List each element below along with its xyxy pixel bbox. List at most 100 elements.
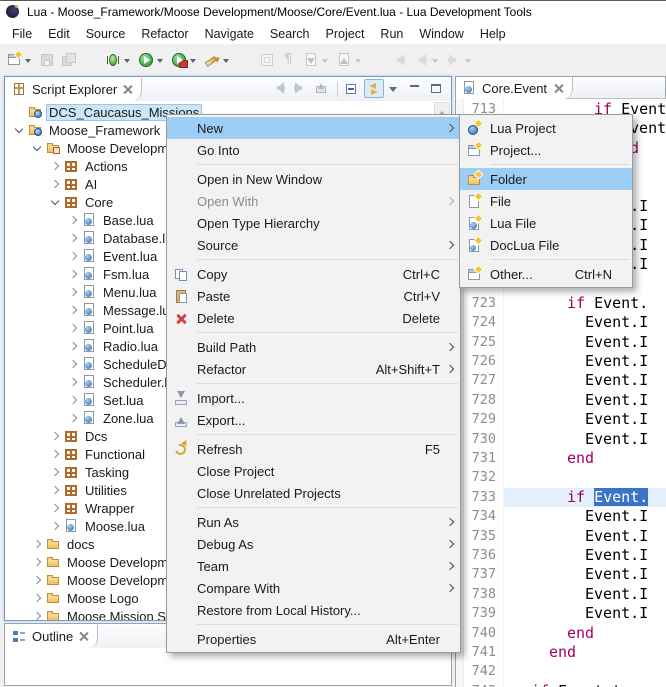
debug-button[interactable] <box>103 48 134 72</box>
context-menu-item-team[interactable]: Team <box>167 555 460 577</box>
vback-button[interactable] <box>271 79 291 98</box>
context-menu-item-refresh[interactable]: RefreshF5 <box>167 438 460 460</box>
context-menu-item-import[interactable]: Import... <box>167 387 460 409</box>
new-submenu-item-doclua-file[interactable]: DocLua File <box>460 234 632 256</box>
run-coverage-button[interactable] <box>169 48 200 72</box>
context-menu-item-delete[interactable]: DeleteDelete <box>167 307 460 329</box>
chevron-right-icon[interactable] <box>47 481 63 499</box>
chevron-right-icon[interactable] <box>65 373 81 391</box>
menubar-item-search[interactable]: Search <box>262 25 318 43</box>
chevron-right-icon[interactable] <box>29 589 45 607</box>
chevron-right-icon[interactable] <box>47 499 63 517</box>
chevron-right-icon[interactable] <box>47 445 63 463</box>
project-wizard-icon <box>466 142 490 158</box>
max-button[interactable] <box>427 79 447 98</box>
chevron-right-icon[interactable] <box>29 607 45 620</box>
show-whitespace-icon <box>281 52 297 68</box>
close-icon[interactable] <box>123 84 133 94</box>
context-menu-item-properties[interactable]: PropertiesAlt+Enter <box>167 628 460 650</box>
submenu-arrow-spacer <box>616 122 628 134</box>
menubar-item-refactor[interactable]: Refactor <box>133 25 196 43</box>
new-submenu-item-lua-project[interactable]: Lua Project <box>460 117 632 139</box>
context-menu-item-copy[interactable]: CopyCtrl+C <box>167 263 460 285</box>
collapse-all-button[interactable] <box>343 79 363 98</box>
menubar-item-help[interactable]: Help <box>472 25 514 43</box>
vfwd-button[interactable] <box>292 79 312 98</box>
context-menu-item-open-type-hierarchy[interactable]: Open Type Hierarchy <box>167 212 460 234</box>
new-submenu-item-other[interactable]: Other...Ctrl+N <box>460 263 632 285</box>
chevron-right-icon[interactable] <box>47 427 63 445</box>
new-submenu-item-project[interactable]: Project... <box>460 139 632 161</box>
external-tools-button[interactable] <box>202 48 233 72</box>
menu-icon-spacer <box>173 514 197 530</box>
max-icon <box>427 80 443 96</box>
chevron-right-icon[interactable] <box>65 211 81 229</box>
link-editor-button[interactable] <box>364 79 384 98</box>
chevron-right-icon[interactable] <box>65 283 81 301</box>
context-menu-item-close-project[interactable]: Close Project <box>167 460 460 482</box>
context-menu-item-open-in-new-window[interactable]: Open in New Window <box>167 168 460 190</box>
context-menu-item-refactor[interactable]: RefactorAlt+Shift+T <box>167 358 460 380</box>
app-icon <box>5 4 21 20</box>
menubar-item-run[interactable]: Run <box>372 25 411 43</box>
context-menu-item-debug-as[interactable]: Debug As <box>167 533 460 555</box>
new-submenu-item-file[interactable]: File <box>460 190 632 212</box>
menubar-item-navigate[interactable]: Navigate <box>197 25 262 43</box>
context-menu-item-export[interactable]: Export... <box>167 409 460 431</box>
new-spark-icon <box>14 50 24 60</box>
chevron-right-icon[interactable] <box>65 247 81 265</box>
chevron-down-icon[interactable] <box>11 121 27 139</box>
context-menu-item-go-into[interactable]: Go Into <box>167 139 460 161</box>
menubar-item-edit[interactable]: Edit <box>40 25 78 43</box>
close-icon[interactable] <box>554 83 564 93</box>
chevron-right-icon[interactable] <box>65 391 81 409</box>
tab-script-explorer[interactable]: Script Explorer <box>5 78 142 101</box>
chevron-right-icon[interactable] <box>29 571 45 589</box>
menu-icon-spacer <box>173 580 197 596</box>
chevron-right-icon[interactable] <box>47 157 63 175</box>
chevron-right-icon[interactable] <box>29 535 45 553</box>
chevron-down-icon[interactable] <box>47 193 63 211</box>
line-number: 741 <box>464 643 503 662</box>
folder-icon <box>45 608 61 620</box>
menubar-item-file[interactable]: File <box>4 25 40 43</box>
line-number: 732 <box>464 468 503 487</box>
context-menu-item-restore-from-local-history[interactable]: Restore from Local History... <box>167 599 460 621</box>
new-wizard-button[interactable] <box>4 48 35 72</box>
chevron-right-icon[interactable] <box>65 265 81 283</box>
close-icon[interactable] <box>79 631 89 641</box>
context-menu-item-source[interactable]: Source <box>167 234 460 256</box>
view-menu-button[interactable] <box>385 79 405 98</box>
run-button[interactable] <box>136 48 167 72</box>
min-button[interactable] <box>406 79 426 98</box>
script-explorer-toolbar <box>270 79 447 98</box>
chevron-down-icon[interactable] <box>29 139 45 157</box>
vup-button[interactable] <box>313 79 333 98</box>
menubar-item-window[interactable]: Window <box>411 25 471 43</box>
menubar-item-source[interactable]: Source <box>78 25 134 43</box>
chevron-right-icon[interactable] <box>47 175 63 193</box>
menu-item-label: Copy <box>197 267 385 282</box>
chevron-right-icon[interactable] <box>65 355 81 373</box>
context-menu-item-build-path[interactable]: Build Path <box>167 336 460 358</box>
context-menu-item-run-as[interactable]: Run As <box>167 511 460 533</box>
context-menu-item-new[interactable]: New <box>167 117 460 139</box>
chevron-right-icon[interactable] <box>65 301 81 319</box>
chevron-right-icon[interactable] <box>65 337 81 355</box>
menubar-item-project[interactable]: Project <box>318 25 373 43</box>
context-menu-item-paste[interactable]: PasteCtrl+V <box>167 285 460 307</box>
tab-outline[interactable]: Outline <box>5 625 98 648</box>
chevron-right-icon[interactable] <box>47 517 63 535</box>
context-menu-item-compare-with[interactable]: Compare With <box>167 577 460 599</box>
context-menu-item-close-unrelated-projects[interactable]: Close Unrelated Projects <box>167 482 460 504</box>
new-submenu-item-folder[interactable]: Folder <box>460 168 632 190</box>
new-submenu-item-lua-file[interactable]: Lua File <box>460 212 632 234</box>
tab-core-event[interactable]: Core.Event <box>456 77 573 99</box>
submenu-arrow-spacer <box>444 443 456 455</box>
chevron-right-icon[interactable] <box>65 319 81 337</box>
chevron-right-icon[interactable] <box>47 463 63 481</box>
menu-separator <box>490 164 630 165</box>
chevron-right-icon[interactable] <box>65 229 81 247</box>
chevron-right-icon[interactable] <box>29 553 45 571</box>
chevron-right-icon[interactable] <box>65 409 81 427</box>
